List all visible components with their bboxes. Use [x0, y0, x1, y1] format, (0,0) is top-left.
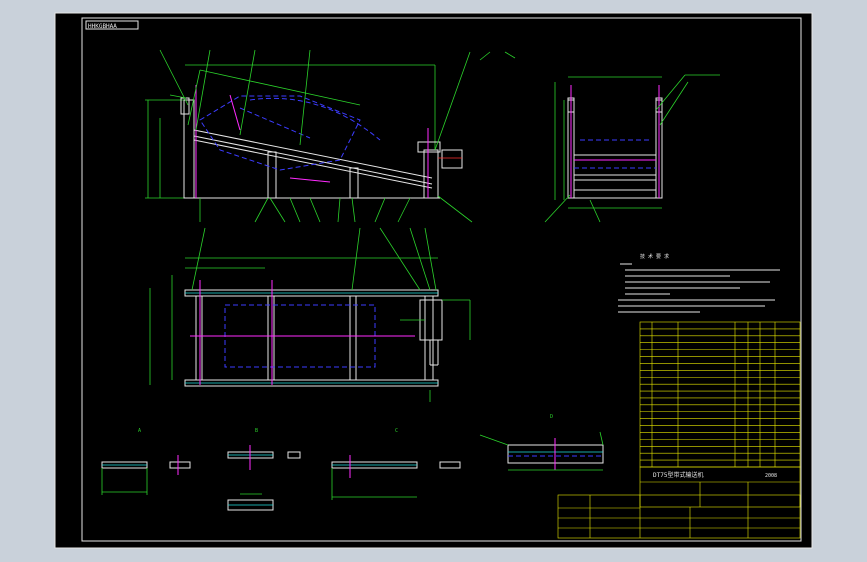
drawing-sheet	[55, 13, 812, 548]
view-label-a: A	[138, 428, 141, 434]
view-label-b: B	[255, 428, 258, 434]
view-label-c: C	[395, 428, 398, 434]
view-label-d: D	[550, 414, 553, 420]
notes-title: 技 术 要 求	[640, 253, 669, 260]
drawing-tag: HHKGBHAA	[88, 23, 117, 30]
cad-viewport[interactable]: HHKGBHAA 技 术 要 求 DT75型带式输送机 2008 A B C D	[0, 0, 867, 562]
cad-drawing: HHKGBHAA 技 术 要 求 DT75型带式输送机 2008 A B C D	[54, 12, 813, 549]
title-block-date: 2008	[765, 473, 777, 479]
title-block-title: DT75型带式输送机	[653, 471, 703, 479]
